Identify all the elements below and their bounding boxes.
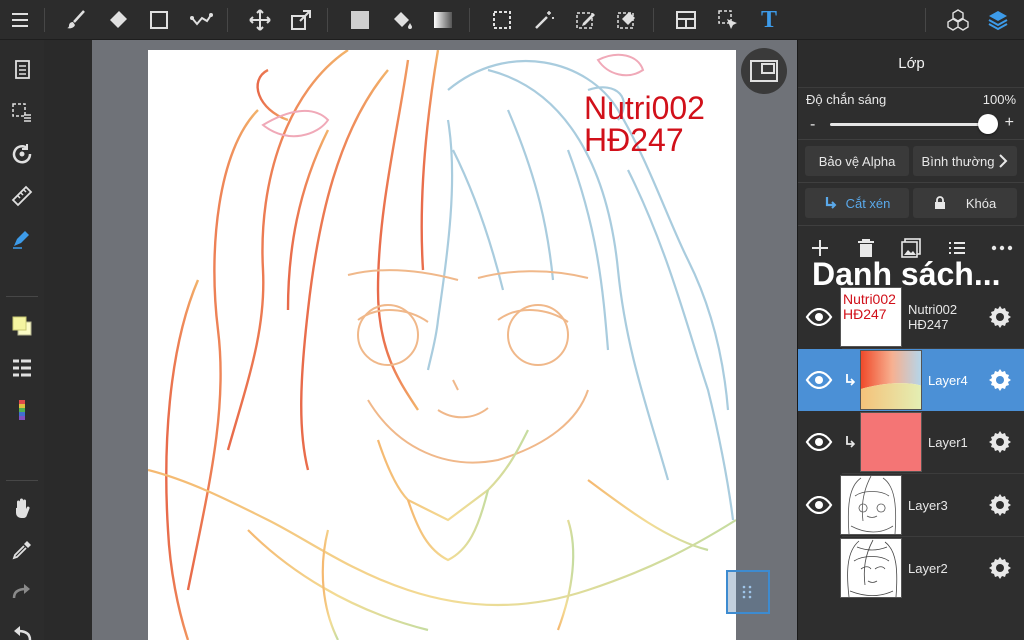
left-toolbar	[0, 40, 44, 640]
lock-button[interactable]: Khóa	[913, 188, 1017, 218]
opacity-slider[interactable]	[830, 123, 988, 126]
watermark-line-2: HĐ247	[584, 122, 684, 158]
layer-name: Layer4	[928, 372, 968, 388]
layer-row[interactable]: Nutri002 HĐ247 Nutri002 HĐ247	[798, 286, 1024, 348]
gear-icon[interactable]	[987, 304, 1013, 330]
3d-material-icon[interactable]	[942, 4, 974, 36]
layer-row-selected[interactable]: Layer4	[798, 349, 1024, 411]
layer-panel: Lớp Độ chắn sáng 100% - + Bảo vệ Alpha B…	[797, 40, 1024, 640]
canvas-watermark: Nutri002 HĐ247	[584, 92, 705, 156]
clipping-indicator-icon	[844, 373, 856, 387]
chevron-right-icon	[999, 154, 1008, 168]
layer-name: Nutri002 HĐ247	[908, 302, 958, 332]
color-bars-icon[interactable]	[6, 394, 38, 426]
alpha-protect-button[interactable]: Bảo vệ Alpha	[805, 146, 909, 176]
canvas-grip-button[interactable]	[726, 570, 770, 614]
transform-icon[interactable]	[285, 4, 317, 36]
redo-icon[interactable]	[6, 576, 38, 608]
opacity-increase-button[interactable]: +	[1005, 114, 1014, 132]
visibility-eye-icon[interactable]	[804, 366, 834, 394]
opacity-value: 100%	[982, 92, 1016, 107]
clipping-indicator-icon	[844, 435, 856, 449]
grip-dots-icon	[742, 585, 752, 599]
hand-icon[interactable]	[6, 492, 38, 524]
layers-icon[interactable]	[982, 4, 1014, 36]
text-icon[interactable]: T	[753, 4, 785, 36]
layer-name: Layer1	[928, 434, 968, 450]
blend-mode-button[interactable]: Bình thường	[913, 146, 1017, 176]
gear-icon[interactable]	[987, 555, 1013, 581]
pages-icon[interactable]	[6, 54, 38, 86]
gear-icon[interactable]	[987, 429, 1013, 455]
eyedropper-icon[interactable]	[6, 534, 38, 566]
gear-icon[interactable]	[987, 367, 1013, 393]
layer-name: Layer2	[908, 560, 948, 576]
layer-thumbnail: Nutri002 HĐ247	[840, 287, 902, 347]
watermark-line-1: Nutri002	[584, 90, 705, 126]
magic-wand-icon[interactable]	[528, 4, 560, 36]
layer-row[interactable]: Layer1	[798, 411, 1024, 473]
visibility-toggle-hidden[interactable]	[804, 554, 834, 582]
layer-thumbnail	[860, 350, 922, 410]
layer-thumbnail	[840, 475, 902, 535]
layer-name: Layer3	[908, 497, 948, 513]
rotate-icon[interactable]	[6, 138, 38, 170]
move-icon[interactable]	[244, 4, 276, 36]
opacity-slider-knob[interactable]	[978, 114, 998, 134]
select-pen-icon[interactable]	[570, 4, 602, 36]
opacity-decrease-button[interactable]: -	[810, 116, 815, 134]
pen-active-icon[interactable]	[6, 222, 38, 254]
workspace-left-strip	[44, 40, 92, 640]
brush-icon[interactable]	[60, 4, 92, 36]
visibility-eye-icon[interactable]	[804, 491, 834, 519]
clipping-icon	[825, 197, 837, 209]
visibility-eye-icon[interactable]	[804, 428, 834, 456]
ruler-icon[interactable]	[6, 180, 38, 212]
eraser-icon[interactable]	[102, 4, 134, 36]
gradient-icon[interactable]	[427, 4, 459, 36]
layer-row[interactable]: Layer3	[798, 474, 1024, 536]
gear-icon[interactable]	[987, 492, 1013, 518]
app-window: T Nutri002 HĐ247 Lớp Độ chắn sáng 100% -…	[0, 0, 1024, 640]
undo-icon[interactable]	[6, 614, 38, 640]
navigator-button[interactable]	[741, 48, 787, 94]
top-toolbar: T	[0, 0, 1024, 40]
select-rect-icon[interactable]	[486, 4, 518, 36]
layer-row[interactable]: Layer2	[798, 537, 1024, 599]
bucket-icon[interactable]	[386, 4, 418, 36]
color-swatch-icon[interactable]	[6, 310, 38, 342]
layer-list-icon[interactable]	[6, 352, 38, 384]
layer-thumbnail	[860, 412, 922, 472]
panel-title: Lớp	[798, 40, 1024, 88]
opacity-label: Độ chắn sáng	[806, 92, 887, 107]
clipping-button[interactable]: Cắt xén	[805, 188, 909, 218]
visibility-eye-icon[interactable]	[804, 303, 834, 331]
navigator-icon	[750, 60, 778, 82]
drawing-canvas[interactable]: Nutri002 HĐ247	[148, 50, 736, 640]
select-arrow-icon[interactable]	[712, 4, 744, 36]
line-icon[interactable]	[185, 4, 217, 36]
rectangle-icon[interactable]	[143, 4, 175, 36]
fill-color-icon[interactable]	[344, 4, 376, 36]
menu-icon[interactable]	[4, 4, 36, 36]
layout-icon[interactable]	[670, 4, 702, 36]
layer-thumbnail	[840, 538, 902, 598]
lock-icon	[934, 196, 945, 209]
select-eraser-icon[interactable]	[611, 4, 643, 36]
selection-list-icon[interactable]	[6, 96, 38, 128]
